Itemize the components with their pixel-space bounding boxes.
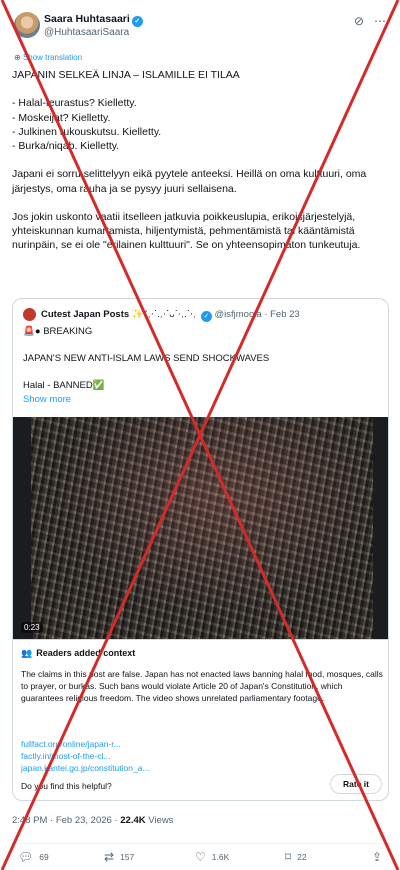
author-name-line[interactable]: Saara Huhtasaari ✓ — [44, 13, 143, 27]
quote-author-name: Cutest Japan Posts — [41, 309, 130, 320]
verified-badge-icon: ✓ — [131, 16, 143, 27]
header-icons: ⊘ ⋯ — [344, 14, 386, 28]
note-link[interactable]: fullfact.org/online/japan-r... — [21, 738, 150, 750]
note-link[interactable]: factly.in/most-of-the-cl... — [21, 750, 150, 762]
repost-count: 157 — [120, 852, 135, 862]
quote-avatar — [23, 308, 36, 321]
like-button[interactable]: ♡ 1.6K — [195, 850, 229, 864]
video-thumbnail[interactable] — [31, 417, 373, 639]
more-options-icon[interactable]: ⋯ — [374, 14, 386, 28]
share-button[interactable]: ⇪ — [372, 850, 388, 864]
tweet-text: JAPANIN SELKEÄ LINJA – ISLAMILLE EI TILA… — [12, 69, 367, 252]
reply-button[interactable]: 💬︎ 69 — [18, 850, 49, 864]
community-note-links: fullfact.org/online/japan-r... factly.in… — [21, 738, 150, 774]
quote-date: Feb 23 — [270, 309, 300, 320]
action-bar: 💬︎ 69 ⇄ 157 ♡ 1.6K ⌑ 22 ⇪ — [12, 843, 392, 864]
view-count: 22.4K — [120, 815, 146, 826]
quote-author-suffix: ✨ᐟ⋰.⋰ᴗ⋱.⋱ — [131, 309, 197, 320]
show-translation-link[interactable]: ⊕ Show translation — [14, 53, 82, 62]
bookmark-button[interactable]: ⌑ 22 — [285, 850, 307, 864]
views-label: Views — [145, 815, 174, 826]
quote-handle: @isfjmoola — [214, 309, 262, 320]
post-timestamp[interactable]: 2:48 PM · Feb 23, 2026 · — [12, 815, 120, 826]
translate-icon: ⊕ — [14, 53, 23, 62]
tweet-header: Saara Huhtasaari ✓ @HuhtasaariSaara ⊘ ⋯ — [14, 12, 388, 44]
reply-icon: 💬︎ — [18, 850, 34, 864]
community-note: 👥 Readers added context The claims in thi… — [13, 639, 388, 800]
note-link[interactable]: japan.kantei.go.jp/constitution_a... — [21, 762, 150, 774]
bookmark-count: 22 — [297, 852, 307, 862]
bookmark-icon: ⌑ — [285, 850, 292, 864]
video-player[interactable]: 0:23 — [13, 417, 388, 639]
rate-it-button[interactable]: Rate it — [330, 774, 382, 794]
show-more-link[interactable]: Show more — [23, 394, 71, 405]
avatar[interactable] — [14, 12, 40, 38]
heart-icon: ♡ — [195, 850, 206, 864]
community-note-title: 👥 Readers added context — [21, 648, 136, 658]
repost-button[interactable]: ⇄ 157 — [104, 850, 134, 864]
quote-author-line: Cutest Japan Posts ✨ᐟ⋰.⋰ᴗ⋱.⋱ ✓ @isfjmool… — [41, 309, 300, 322]
like-count: 1.6K — [211, 852, 230, 862]
community-note-body: The claims in this post are false. Japan… — [21, 669, 383, 703]
people-icon: 👥 — [21, 648, 33, 658]
quote-text: 🚨● BREAKING JAPAN'S NEW ANTI-ISLAM LAWS … — [23, 326, 270, 405]
author-name[interactable]: Saara Huhtasaari — [44, 13, 130, 25]
share-icon: ⇪ — [372, 850, 383, 864]
author-handle[interactable]: @HuhtasaariSaara — [44, 27, 129, 38]
quoted-post[interactable]: Cutest Japan Posts ✨ᐟ⋰.⋰ᴗ⋱.⋱ ✓ @isfjmool… — [12, 298, 389, 801]
post-meta: 2:48 PM · Feb 23, 2026 · 22.4K Views — [12, 815, 173, 826]
repost-icon: ⇄ — [104, 850, 115, 864]
helpful-question: Do you find this helpful? — [21, 781, 112, 791]
grok-icon[interactable]: ⊘ — [354, 14, 364, 28]
quote-verified-icon: ✓ — [200, 311, 212, 322]
reply-count: 69 — [39, 852, 49, 862]
video-duration: 0:23 — [21, 622, 43, 633]
